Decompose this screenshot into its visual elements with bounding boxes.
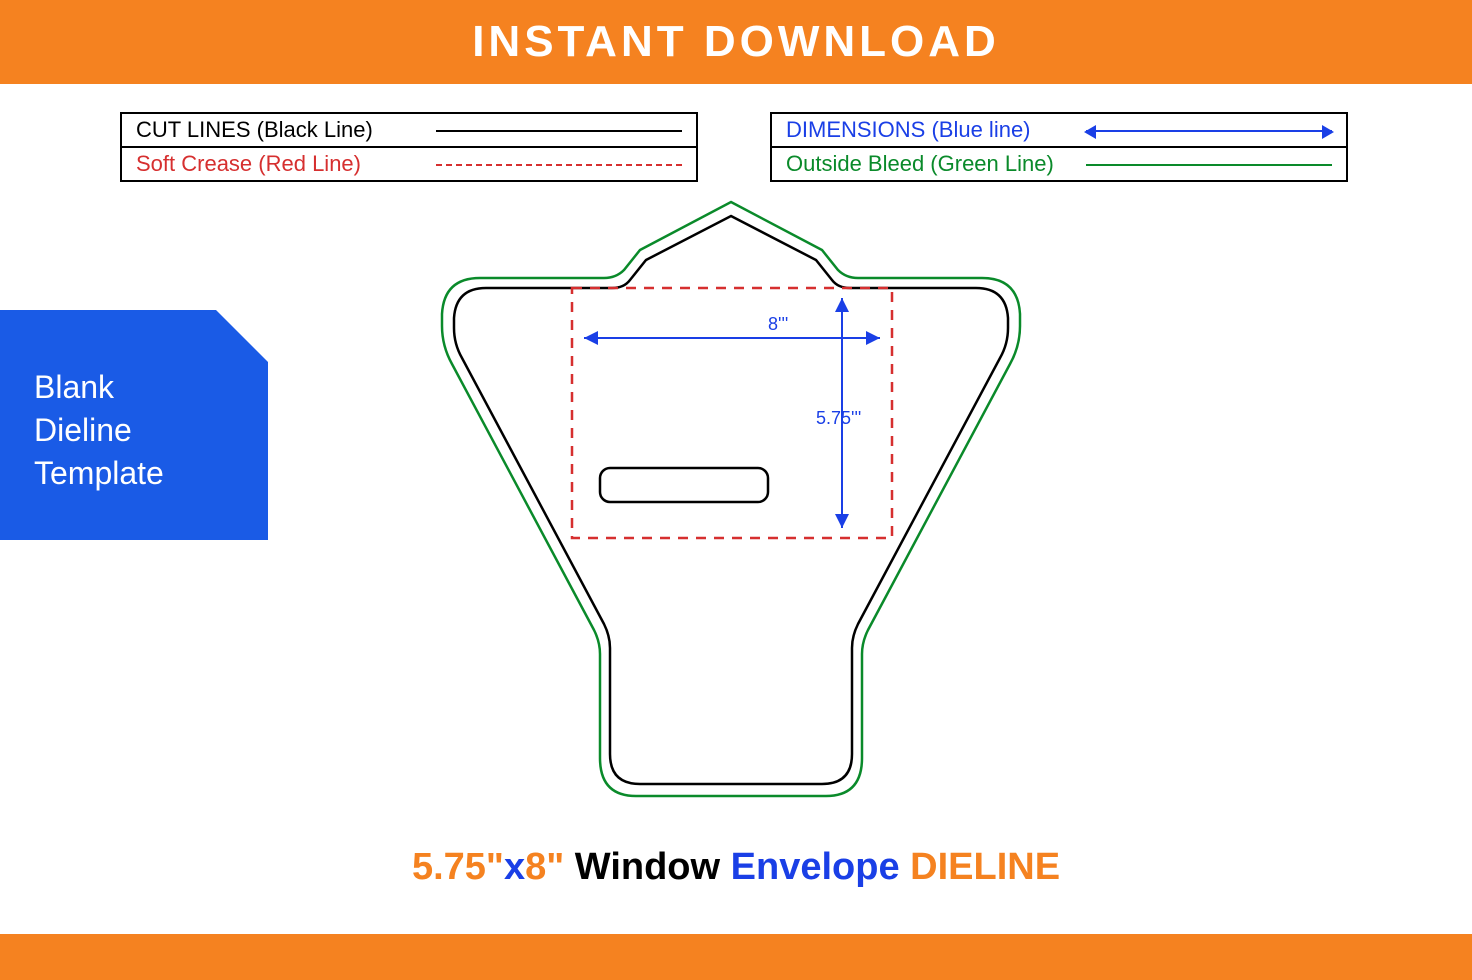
bleed-outline-icon: [442, 202, 1020, 796]
title-width: 8": [525, 846, 564, 888]
legend-soft-crease: Soft Crease (Red Line): [122, 148, 696, 180]
header-title: INSTANT DOWNLOAD: [472, 17, 1000, 67]
envelope-dieline-diagram: 8''' 5.75''': [420, 198, 1042, 806]
badge-text: Blank Dieline Template: [34, 366, 164, 496]
legend: CUT LINES (Black Line) Soft Crease (Red …: [120, 112, 1348, 182]
legend-dimensions-label: DIMENSIONS (Blue line): [786, 117, 1086, 143]
badge-line1: Blank: [34, 366, 164, 409]
dimension-height-icon: 5.75''': [816, 298, 861, 528]
title-dieline: DIELINE: [910, 846, 1060, 888]
legend-bleed: Outside Bleed (Green Line): [772, 148, 1346, 180]
legend-cut-lines: CUT LINES (Black Line): [122, 114, 696, 148]
legend-soft-crease-label: Soft Crease (Red Line): [136, 151, 436, 177]
header-band: INSTANT DOWNLOAD: [0, 0, 1472, 84]
badge-line2: Dieline: [34, 409, 164, 452]
footer-band: [0, 934, 1472, 980]
title-window: Window: [564, 846, 730, 888]
legend-dimensions: DIMENSIONS (Blue line): [772, 114, 1346, 148]
title-line: 5.75"x8" Window Envelope DIELINE: [0, 846, 1472, 889]
legend-bleed-label: Outside Bleed (Green Line): [786, 151, 1086, 177]
legend-left: CUT LINES (Black Line) Soft Crease (Red …: [120, 112, 698, 182]
blue-arrow-icon: [1086, 120, 1332, 140]
green-line-icon: [1086, 154, 1332, 174]
legend-cut-lines-label: CUT LINES (Black Line): [136, 117, 436, 143]
title-x: x: [504, 846, 525, 888]
window-cut-icon: [600, 468, 768, 502]
dimension-width-label: 8''': [768, 314, 788, 334]
black-line-icon: [436, 120, 682, 140]
cut-outline-icon: [454, 216, 1008, 784]
red-dash-icon: [436, 154, 682, 174]
legend-right: DIMENSIONS (Blue line) Outside Bleed (Gr…: [770, 112, 1348, 182]
title-envelope: Envelope: [731, 846, 911, 888]
title-height: 5.75": [412, 846, 504, 888]
badge-line3: Template: [34, 452, 164, 495]
side-badge: Blank Dieline Template: [0, 310, 268, 540]
dimension-height-label: 5.75''': [816, 408, 861, 428]
dimension-width-icon: 8''': [584, 314, 880, 345]
